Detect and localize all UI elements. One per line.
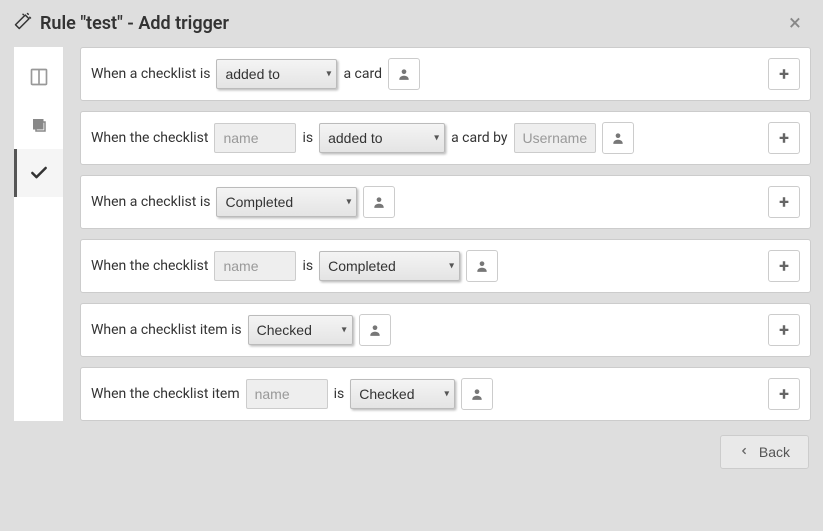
add-trigger-button[interactable]: + bbox=[768, 314, 800, 346]
trigger-text: When a checklist is bbox=[91, 66, 210, 82]
trigger-row: When the checklist is Completed Made inc… bbox=[80, 239, 811, 293]
select-checked[interactable]: Checked Unchecked bbox=[350, 379, 455, 409]
select-state[interactable]: Completed Made incomplete bbox=[319, 251, 460, 281]
user-filter-button[interactable] bbox=[466, 250, 498, 282]
trigger-category-tabs bbox=[14, 47, 64, 421]
trigger-row: When the checklist is added to removed f… bbox=[80, 111, 811, 165]
trigger-row: When a checklist is added to removed fro… bbox=[80, 47, 811, 101]
user-filter-button[interactable] bbox=[461, 378, 493, 410]
trigger-text: a card bbox=[343, 66, 382, 82]
checklist-name-input[interactable] bbox=[214, 123, 296, 153]
username-input[interactable] bbox=[514, 123, 596, 153]
chevron-left-icon bbox=[739, 444, 749, 460]
item-name-input[interactable] bbox=[246, 379, 328, 409]
select-checked[interactable]: Checked Unchecked bbox=[248, 315, 353, 345]
select-action[interactable]: added to removed from bbox=[319, 123, 445, 153]
dialog-title-text: Rule "test" - Add trigger bbox=[40, 13, 229, 34]
trigger-text: When the checklist bbox=[91, 258, 208, 274]
select-action[interactable]: added to removed from bbox=[216, 59, 337, 89]
trigger-text: When a checklist is bbox=[91, 194, 210, 210]
tab-card[interactable] bbox=[14, 101, 63, 149]
trigger-text: is bbox=[302, 258, 313, 274]
trigger-text: When a checklist item is bbox=[91, 322, 242, 338]
trigger-text: When the checklist bbox=[91, 130, 208, 146]
trigger-text: is bbox=[302, 130, 313, 146]
trigger-text: When the checklist item bbox=[91, 386, 240, 402]
user-filter-button[interactable] bbox=[602, 122, 634, 154]
user-filter-button[interactable] bbox=[388, 58, 420, 90]
trigger-text: is bbox=[334, 386, 345, 402]
trigger-row: When the checklist item is Checked Unche… bbox=[80, 367, 811, 421]
close-button[interactable]: × bbox=[783, 13, 807, 35]
back-button-label: Back bbox=[759, 444, 790, 460]
add-trigger-button[interactable]: + bbox=[768, 122, 800, 154]
trigger-row: When a checklist is Completed Made incom… bbox=[80, 175, 811, 229]
back-button[interactable]: Back bbox=[720, 435, 809, 469]
select-state[interactable]: Completed Made incomplete bbox=[216, 187, 357, 217]
checklist-name-input[interactable] bbox=[214, 251, 296, 281]
user-filter-button[interactable] bbox=[363, 186, 395, 218]
tab-checklist[interactable] bbox=[14, 149, 63, 197]
add-trigger-button[interactable]: + bbox=[768, 186, 800, 218]
add-trigger-button[interactable]: + bbox=[768, 250, 800, 282]
trigger-row: When a checklist item is Checked Uncheck… bbox=[80, 303, 811, 357]
tab-board[interactable] bbox=[14, 53, 63, 101]
dialog-title: Rule "test" - Add trigger bbox=[14, 12, 783, 35]
add-trigger-button[interactable]: + bbox=[768, 58, 800, 90]
trigger-list: When a checklist is added to removed fro… bbox=[64, 47, 811, 421]
wand-icon bbox=[14, 12, 32, 35]
add-trigger-button[interactable]: + bbox=[768, 378, 800, 410]
user-filter-button[interactable] bbox=[359, 314, 391, 346]
trigger-text: a card by bbox=[451, 130, 507, 146]
